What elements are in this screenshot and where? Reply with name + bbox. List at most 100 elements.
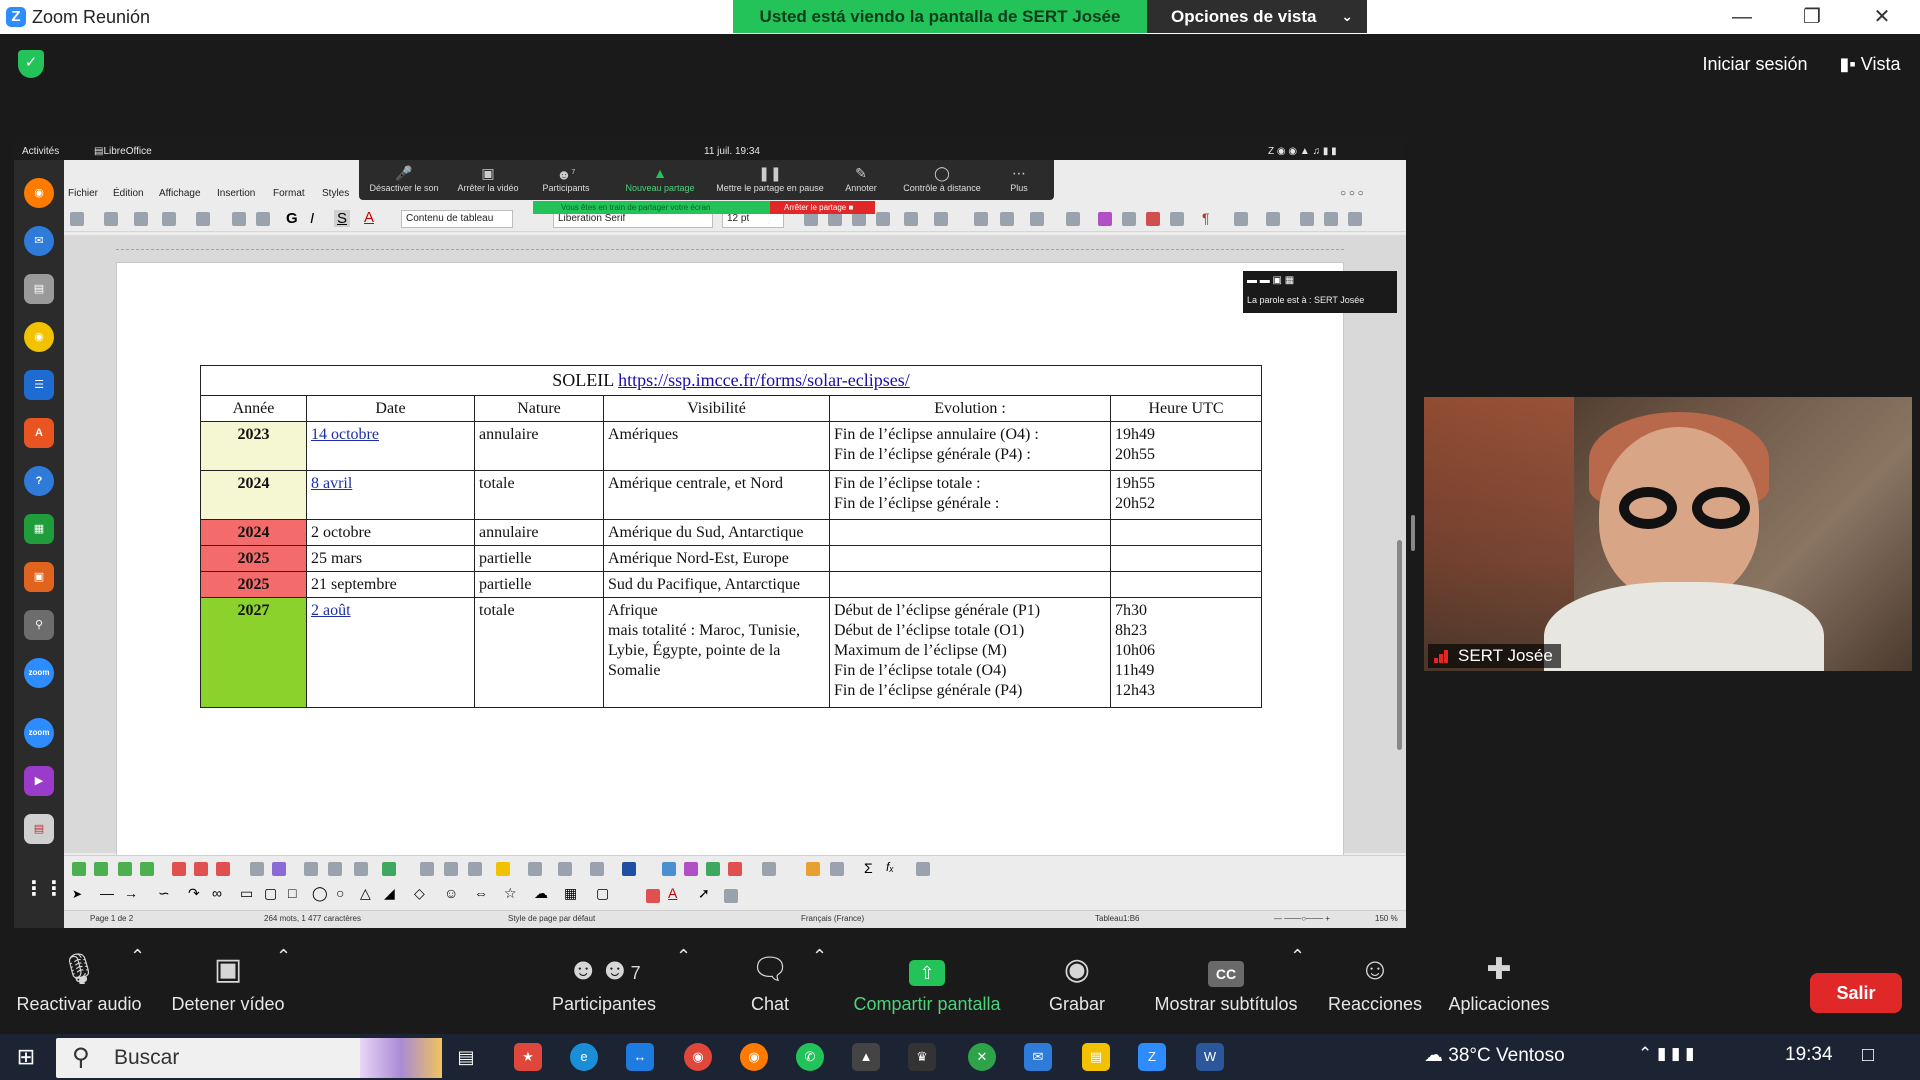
line-icon[interactable]: — <box>100 885 114 901</box>
print-icon[interactable] <box>134 212 148 226</box>
status-cell[interactable]: Tableau1:B6 <box>1095 914 1139 923</box>
menu-fichier[interactable]: Fichier <box>68 188 98 199</box>
select-row-icon[interactable] <box>354 862 368 876</box>
utc-cell[interactable]: 7h30 8h23 10h06 11h49 12h43 <box>1110 597 1262 708</box>
restore-icon[interactable]: ❐ <box>1792 4 1832 30</box>
extrusion-icon[interactable]: ▢ <box>596 885 609 902</box>
arrow-line-icon[interactable]: → <box>124 885 138 901</box>
export-pdf-icon[interactable] <box>1300 212 1314 226</box>
app-icon-red[interactable]: ★ <box>514 1043 542 1071</box>
record-button[interactable]: ◉ Grabar <box>1040 946 1114 1015</box>
security-shield-icon[interactable]: ✓ <box>18 50 44 78</box>
align-left-icon[interactable] <box>804 212 818 226</box>
calc-icon[interactable]: ▦ <box>24 514 54 544</box>
nature-cell[interactable]: partielle <box>474 545 604 572</box>
evolution-cell[interactable]: Début de l’éclipse générale (P1) Début d… <box>829 597 1111 708</box>
taskbar-search[interactable]: ⚲ Buscar <box>56 1038 442 1078</box>
menu-edition[interactable]: Édition <box>113 188 144 199</box>
sum-icon[interactable]: Σ <box>864 860 873 876</box>
redo-icon[interactable] <box>196 212 210 226</box>
view-options-button[interactable]: Opciones de vista ⌄ <box>1147 0 1367 33</box>
bold-icon[interactable]: G <box>286 210 298 227</box>
indent-icon[interactable] <box>974 212 988 226</box>
captions-caret-icon[interactable]: ⌃ <box>1290 946 1305 967</box>
signin-button[interactable]: Iniciar sesión <box>1690 44 1820 84</box>
align-right-icon[interactable] <box>852 212 866 226</box>
star-icon[interactable]: ☆ <box>504 885 517 902</box>
eclipse-table[interactable]: SOLEIL https://ssp.imcce.fr/forms/solar-… <box>200 365 1262 708</box>
chat-button[interactable]: 🗨 Chat <box>740 946 800 1015</box>
thunderbird-icon[interactable]: ✉ <box>1024 1043 1052 1071</box>
select-icon[interactable]: ➤ <box>72 887 82 901</box>
captions-button[interactable]: CC Mostrar subtítulos <box>1148 946 1304 1015</box>
year-cell[interactable]: 2024 <box>200 519 307 546</box>
autoformat-icon[interactable] <box>528 862 542 876</box>
impress-icon[interactable]: ▣ <box>24 562 54 592</box>
insert-column-after-icon[interactable] <box>140 862 154 876</box>
apps-button[interactable]: ✚ Aplicaciones <box>1446 946 1552 1015</box>
evolution-cell[interactable] <box>829 571 1111 598</box>
share-screen-button[interactable]: ⇧ Compartir pantalla <box>848 946 1006 1015</box>
visibility-cell[interactable]: Amérique du Sud, Antarctique <box>603 519 830 546</box>
date-cell[interactable]: 2 octobre <box>306 519 475 546</box>
align-center-icon[interactable] <box>828 212 842 226</box>
underline-icon[interactable]: S <box>334 210 351 227</box>
participant-video[interactable] <box>1424 397 1912 671</box>
font-color-icon[interactable]: A <box>364 209 374 226</box>
visibility-cell[interactable]: Sud du Pacifique, Antarctique <box>603 571 830 598</box>
smiley-icon[interactable]: ☺ <box>444 885 458 901</box>
clone-formatting-icon[interactable] <box>256 212 270 226</box>
visibility-cell[interactable]: Amérique Nord-Est, Europe <box>603 545 830 572</box>
delete-table-icon[interactable] <box>216 862 230 876</box>
year-cell[interactable]: 2023 <box>200 421 307 471</box>
status-words[interactable]: 264 mots, 1 477 caractères <box>264 914 361 923</box>
search-icon[interactable]: ⚲ <box>24 610 54 640</box>
date-link[interactable]: 14 octobre <box>311 426 379 443</box>
currency-icon[interactable] <box>684 862 698 876</box>
connector-icon[interactable]: ↷ <box>188 885 200 902</box>
split-cells-icon[interactable] <box>272 862 286 876</box>
insert-table-icon[interactable] <box>1066 212 1080 226</box>
table-title-cell[interactable]: SOLEIL https://ssp.imcce.fr/forms/solar-… <box>200 365 1262 396</box>
header-footer-icon[interactable] <box>1234 212 1248 226</box>
show-apps-icon[interactable]: ⋮⋮⋮ <box>24 874 84 904</box>
zoom-app-icon[interactable]: zoom <box>24 658 54 688</box>
status-page-style[interactable]: Style de page par défaut <box>508 914 595 923</box>
square-icon[interactable]: ▢ <box>264 885 277 902</box>
help-icon[interactable]: ? <box>24 466 54 496</box>
date-cell[interactable]: 25 mars <box>306 545 475 572</box>
teamviewer-icon[interactable]: ↔ <box>626 1043 654 1071</box>
participants-caret-icon[interactable]: ⌃ <box>676 946 691 967</box>
software-icon[interactable]: A <box>24 418 54 448</box>
notifications-icon[interactable]: □ <box>1862 1044 1874 1067</box>
nature-cell[interactable]: annulaire <box>474 421 604 471</box>
whatsapp-icon[interactable]: ✆ <box>796 1043 824 1071</box>
nature-cell[interactable]: annulaire <box>474 519 604 546</box>
writer-icon[interactable]: ☰ <box>24 370 54 400</box>
zoom-slider[interactable]: — ───○─── + <box>1274 914 1330 923</box>
text-color-icon[interactable]: A <box>668 885 677 901</box>
open-icon[interactable] <box>104 212 118 226</box>
leave-button[interactable]: Salir <box>1810 973 1902 1013</box>
undo-icon[interactable] <box>162 212 176 226</box>
utc-cell[interactable]: 19h55 20h52 <box>1110 470 1262 520</box>
game-icon[interactable]: ▲ <box>852 1043 880 1071</box>
file-explorer-icon[interactable]: ▤ <box>1082 1043 1110 1071</box>
video-options-caret-icon[interactable]: ⌃ <box>276 946 291 967</box>
date-cell[interactable]: 8 avril <box>306 470 475 520</box>
numbered-list-icon[interactable] <box>934 212 948 226</box>
task-view-icon[interactable]: ▤ <box>452 1043 480 1071</box>
participants-button[interactable]: ☻7 Participants <box>537 163 595 193</box>
window-controls[interactable]: ○ ○ ○ <box>1340 188 1364 199</box>
participants-button[interactable]: ☻☻7 Participantes <box>546 946 662 1015</box>
delete-row-icon[interactable] <box>172 862 186 876</box>
xbox-icon[interactable]: ✕ <box>968 1043 996 1071</box>
evolution-cell[interactable] <box>829 519 1111 546</box>
remote-control-button[interactable]: ◯ Contrôle à distance <box>899 163 985 193</box>
date-format-icon[interactable] <box>728 862 742 876</box>
status-language[interactable]: Français (France) <box>801 914 864 923</box>
right-triangle-icon[interactable]: ◢ <box>384 885 395 902</box>
justify-icon[interactable] <box>876 212 890 226</box>
status-zoom[interactable]: 150 % <box>1375 914 1398 923</box>
shadow-icon[interactable] <box>724 889 738 903</box>
